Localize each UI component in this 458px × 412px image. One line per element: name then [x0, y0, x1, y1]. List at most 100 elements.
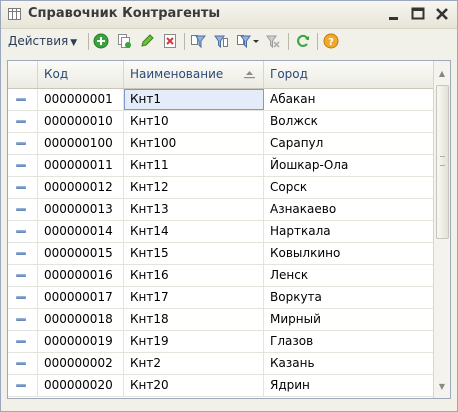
header-marker-column: [8, 61, 38, 88]
maximize-icon[interactable]: [410, 6, 426, 22]
cell-city[interactable]: Воркута: [264, 287, 434, 308]
edit-icon[interactable]: [139, 33, 155, 49]
cell-city[interactable]: Абакан: [264, 89, 434, 110]
sort-ascending-icon: [244, 71, 255, 79]
cell-name[interactable]: Кнт10: [124, 111, 264, 132]
cell-code[interactable]: 000000002: [38, 353, 124, 374]
row-item-icon: [16, 296, 26, 299]
toolbar-separator: [288, 33, 289, 50]
refresh-icon[interactable]: [295, 33, 311, 49]
table-row[interactable]: 000000018 Кнт18 Мирный: [8, 309, 434, 331]
cell-city[interactable]: Мирный: [264, 309, 434, 330]
cell-code[interactable]: 000000020: [38, 375, 124, 396]
cell-code[interactable]: 000000001: [38, 89, 124, 110]
vertical-scrollbar[interactable]: ▲ ▼: [433, 61, 450, 398]
copy-icon[interactable]: [116, 33, 132, 49]
cell-city[interactable]: Волжск: [264, 111, 434, 132]
filter-off-icon[interactable]: [265, 33, 281, 49]
table-row[interactable]: 000000016 Кнт16 Ленск: [8, 265, 434, 287]
scroll-up-icon[interactable]: ▲: [434, 66, 450, 82]
table-row[interactable]: 000000010 Кнт10 Волжск: [8, 111, 434, 133]
actions-menu[interactable]: Действия ▼: [8, 34, 77, 48]
cell-name[interactable]: Кнт12: [124, 177, 264, 198]
scrollbar-thumb[interactable]: [436, 85, 449, 239]
row-item-icon: [16, 186, 26, 189]
title-bar: Справочник Контрагенты: [1, 1, 457, 29]
cell-city[interactable]: Казань: [264, 353, 434, 374]
cell-name[interactable]: Кнт1: [124, 89, 264, 110]
cell-name[interactable]: Кнт11: [124, 155, 264, 176]
cell-name[interactable]: Кнт100: [124, 133, 264, 154]
add-icon[interactable]: [93, 33, 109, 49]
cell-code[interactable]: 000000100: [38, 133, 124, 154]
row-item-icon: [16, 340, 26, 343]
row-marker: [8, 265, 38, 286]
column-header-name[interactable]: Наименование: [124, 61, 264, 88]
filter-dropdown-icon[interactable]: [236, 33, 260, 49]
table-row[interactable]: 000000013 Кнт13 Азнакаево: [8, 199, 434, 221]
cell-code[interactable]: 000000017: [38, 287, 124, 308]
actions-label: Действия: [8, 34, 69, 48]
toolbar-separator: [317, 33, 318, 50]
scroll-down-icon[interactable]: ▼: [434, 379, 450, 395]
column-header-city[interactable]: Город: [264, 61, 434, 88]
chevron-down-icon: ▼: [70, 38, 78, 48]
cell-city[interactable]: Ковылкино: [264, 243, 434, 264]
cell-name[interactable]: Кнт18: [124, 309, 264, 330]
cell-code[interactable]: 000000019: [38, 331, 124, 352]
cell-code[interactable]: 000000014: [38, 221, 124, 242]
row-marker: [8, 331, 38, 352]
table-row[interactable]: 000000019 Кнт19 Глазов: [8, 331, 434, 353]
row-marker: [8, 199, 38, 220]
filter-column-icon[interactable]: [213, 33, 229, 49]
cell-name[interactable]: Кнт2: [124, 353, 264, 374]
table-row[interactable]: 000000002 Кнт2 Казань: [8, 353, 434, 375]
cell-city[interactable]: Йошкар-Ола: [264, 155, 434, 176]
row-marker: [8, 375, 38, 396]
cell-city[interactable]: Сорск: [264, 177, 434, 198]
cell-city[interactable]: Нарткала: [264, 221, 434, 242]
minimize-icon[interactable]: [386, 6, 402, 22]
row-marker: [8, 353, 38, 374]
cell-name[interactable]: Кнт13: [124, 199, 264, 220]
cell-code[interactable]: 000000018: [38, 309, 124, 330]
table-row[interactable]: 000000001 Кнт1 Абакан: [8, 89, 434, 111]
help-icon[interactable]: ?: [323, 33, 339, 49]
cell-code[interactable]: 000000016: [38, 265, 124, 286]
table-row[interactable]: 000000020 Кнт20 Ядрин: [8, 375, 434, 397]
window: Справочник Контрагенты Действия ▼ ? Код …: [0, 0, 458, 412]
cell-city[interactable]: Ядрин: [264, 375, 434, 396]
cell-city[interactable]: Глазов: [264, 331, 434, 352]
cell-name[interactable]: Кнт19: [124, 331, 264, 352]
cell-city[interactable]: Сарапул: [264, 133, 434, 154]
delete-icon[interactable]: [162, 33, 178, 49]
row-item-icon: [16, 98, 26, 101]
cell-name[interactable]: Кнт14: [124, 221, 264, 242]
table-row[interactable]: 000000011 Кнт11 Йошкар-Ола: [8, 155, 434, 177]
table-row[interactable]: 000000017 Кнт17 Воркута: [8, 287, 434, 309]
column-header-code[interactable]: Код: [38, 61, 124, 88]
table-row[interactable]: 000000100 Кнт100 Сарапул: [8, 133, 434, 155]
svg-text:?: ?: [328, 37, 334, 48]
row-item-icon: [16, 362, 26, 365]
cell-city[interactable]: Ленск: [264, 265, 434, 286]
row-item-icon: [16, 252, 26, 255]
close-icon[interactable]: [434, 6, 450, 22]
cell-code[interactable]: 000000012: [38, 177, 124, 198]
contractors-table: Код Наименование Город 000000001 Кнт1 Абак…: [7, 60, 451, 399]
row-item-icon: [16, 274, 26, 277]
cell-name[interactable]: Кнт16: [124, 265, 264, 286]
cell-name[interactable]: Кнт15: [124, 243, 264, 264]
cell-name[interactable]: Кнт17: [124, 287, 264, 308]
window-title: Справочник Контрагенты: [28, 6, 221, 21]
cell-city[interactable]: Азнакаево: [264, 199, 434, 220]
filter-set-icon[interactable]: [190, 33, 206, 49]
table-row[interactable]: 000000012 Кнт12 Сорск: [8, 177, 434, 199]
cell-code[interactable]: 000000011: [38, 155, 124, 176]
table-row[interactable]: 000000014 Кнт14 Нарткала: [8, 221, 434, 243]
table-row[interactable]: 000000015 Кнт15 Ковылкино: [8, 243, 434, 265]
cell-code[interactable]: 000000015: [38, 243, 124, 264]
cell-name[interactable]: Кнт20: [124, 375, 264, 396]
cell-code[interactable]: 000000010: [38, 111, 124, 132]
cell-code[interactable]: 000000013: [38, 199, 124, 220]
